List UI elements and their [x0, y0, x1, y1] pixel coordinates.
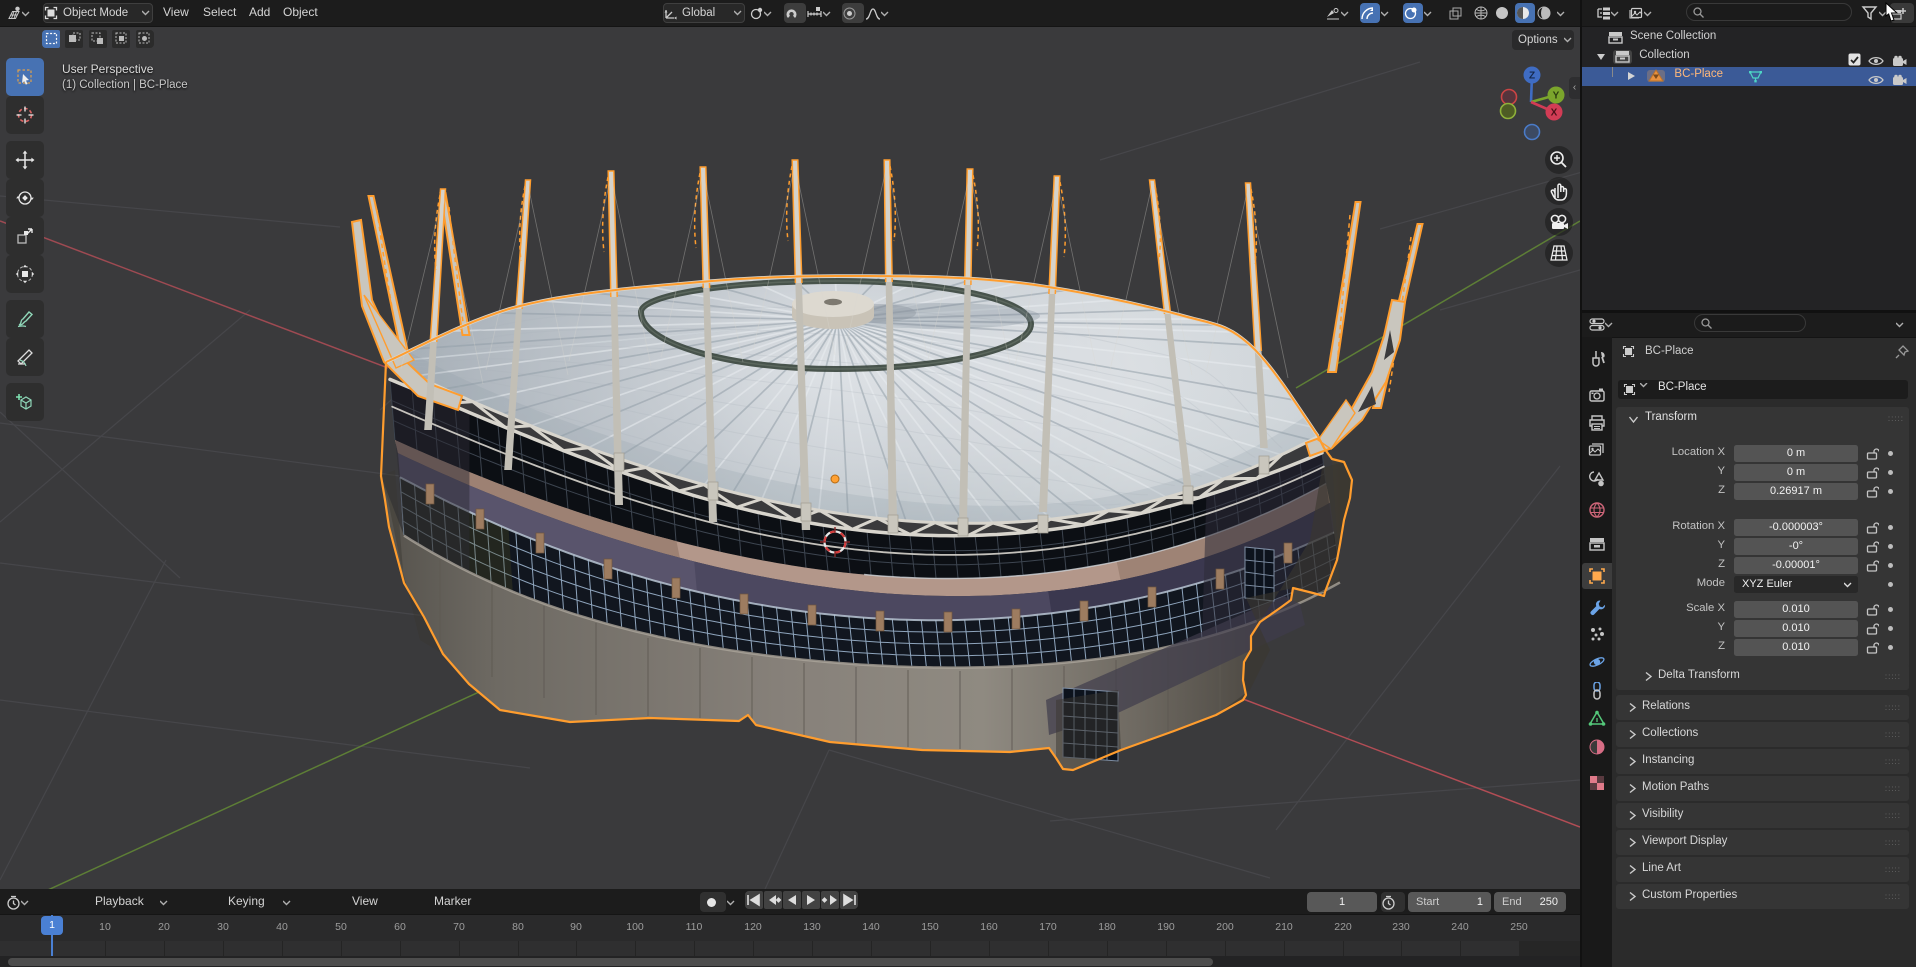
svg-text:Y: Y [1553, 91, 1560, 102]
svg-text:X: X [1551, 108, 1558, 119]
svg-text:Z: Z [1529, 71, 1535, 82]
